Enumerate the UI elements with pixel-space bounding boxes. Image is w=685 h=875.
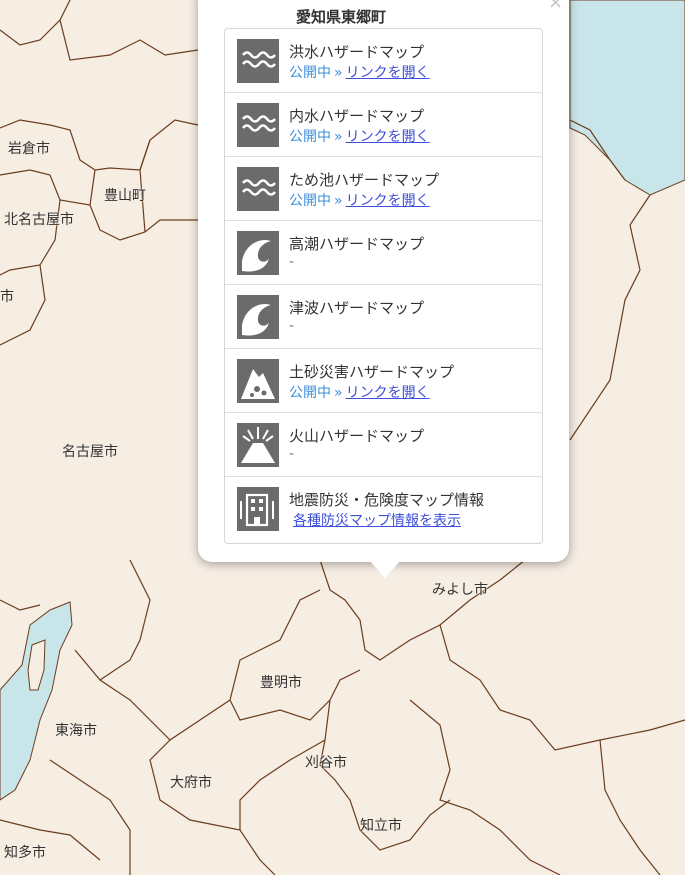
city-label: 名古屋市 xyxy=(62,444,118,460)
list-item: ため池ハザードマップ 公開中» リンクを開く xyxy=(225,157,542,221)
open-disaster-maps-link[interactable]: 各種防災マップ情報を表示 xyxy=(293,513,461,529)
item-status-line: - xyxy=(289,318,295,334)
open-link[interactable]: リンクを開く xyxy=(346,129,430,145)
list-item: 土砂災害ハザードマップ 公開中» リンクを開く xyxy=(225,349,542,413)
flood-wave-icon xyxy=(237,39,279,83)
bay-water xyxy=(0,601,73,801)
item-name: 火山ハザードマップ xyxy=(289,427,425,445)
status-badge: 公開中 xyxy=(289,65,331,81)
inland-flood-wave-icon xyxy=(237,103,279,147)
item-status-line: 公開中» リンクを開く xyxy=(289,62,430,82)
item-name: 内水ハザードマップ xyxy=(289,107,425,125)
reservoir-wave-icon xyxy=(237,167,279,211)
item-name: 地震防災・危険度マップ情報 xyxy=(289,491,485,509)
city-label: 豊山町 xyxy=(104,188,146,204)
item-status-line: - xyxy=(289,254,295,270)
status-badge: 公開中 xyxy=(289,385,331,401)
city-label: 知多市 xyxy=(4,845,46,861)
item-name: 津波ハザードマップ xyxy=(289,299,425,317)
lake-water xyxy=(569,0,685,196)
separator: » xyxy=(334,193,343,209)
tsunami-icon xyxy=(237,295,279,339)
landslide-icon xyxy=(237,359,279,403)
city-label: 刈谷市 xyxy=(305,755,347,771)
list-item: 地震防災・危険度マップ情報 各種防災マップ情報を表示 xyxy=(225,477,542,541)
item-name: 洪水ハザードマップ xyxy=(289,43,425,61)
list-item: 高潮ハザードマップ - xyxy=(225,221,542,285)
list-item: 内水ハザードマップ 公開中» リンクを開く xyxy=(225,93,542,157)
city-label: 豊明市 xyxy=(260,675,302,691)
status-badge: 公開中 xyxy=(289,193,331,209)
city-label: 大府市 xyxy=(170,775,212,791)
popup-title: 愛知県東郷町 xyxy=(295,8,386,26)
city-label: 市 xyxy=(0,289,14,305)
item-status-line: 公開中» リンクを開く xyxy=(289,190,430,210)
separator: » xyxy=(334,129,343,145)
city-label: 北名古屋市 xyxy=(4,212,74,228)
open-link[interactable]: リンクを開く xyxy=(346,385,430,401)
storm-surge-icon xyxy=(237,231,279,275)
item-name: 高潮ハザードマップ xyxy=(289,235,425,253)
city-label: 知立市 xyxy=(360,818,402,834)
item-name: 土砂災害ハザードマップ xyxy=(289,363,455,381)
city-label: 岩倉市 xyxy=(8,141,50,157)
item-status-line: 公開中» リンクを開く xyxy=(289,382,430,402)
item-status-line: 公開中» リンクを開く xyxy=(289,126,430,146)
city-label: 東海市 xyxy=(55,723,97,739)
close-icon[interactable]: × xyxy=(548,0,563,13)
item-status-line: - xyxy=(289,446,295,462)
item-name: ため池ハザードマップ xyxy=(289,171,440,189)
list-item: 洪水ハザードマップ 公開中» リンクを開く xyxy=(225,29,542,93)
popup-pointer xyxy=(369,560,401,578)
separator: » xyxy=(334,385,343,401)
hazard-map-list: 洪水ハザードマップ 公開中» リンクを開く 内水ハザードマップ 公開中» リンクを開… xyxy=(224,28,543,544)
separator: » xyxy=(334,65,343,81)
open-link[interactable]: リンクを開く xyxy=(346,65,430,81)
open-link[interactable]: リンクを開く xyxy=(346,193,430,209)
volcano-icon xyxy=(237,423,279,467)
list-item: 津波ハザードマップ - xyxy=(225,285,542,349)
item-status-line: 各種防災マップ情報を表示 xyxy=(293,510,461,530)
list-item: 火山ハザードマップ - xyxy=(225,413,542,477)
earthquake-building-icon xyxy=(237,487,279,531)
status-badge: 公開中 xyxy=(289,129,331,145)
city-label: みよし市 xyxy=(432,582,488,598)
